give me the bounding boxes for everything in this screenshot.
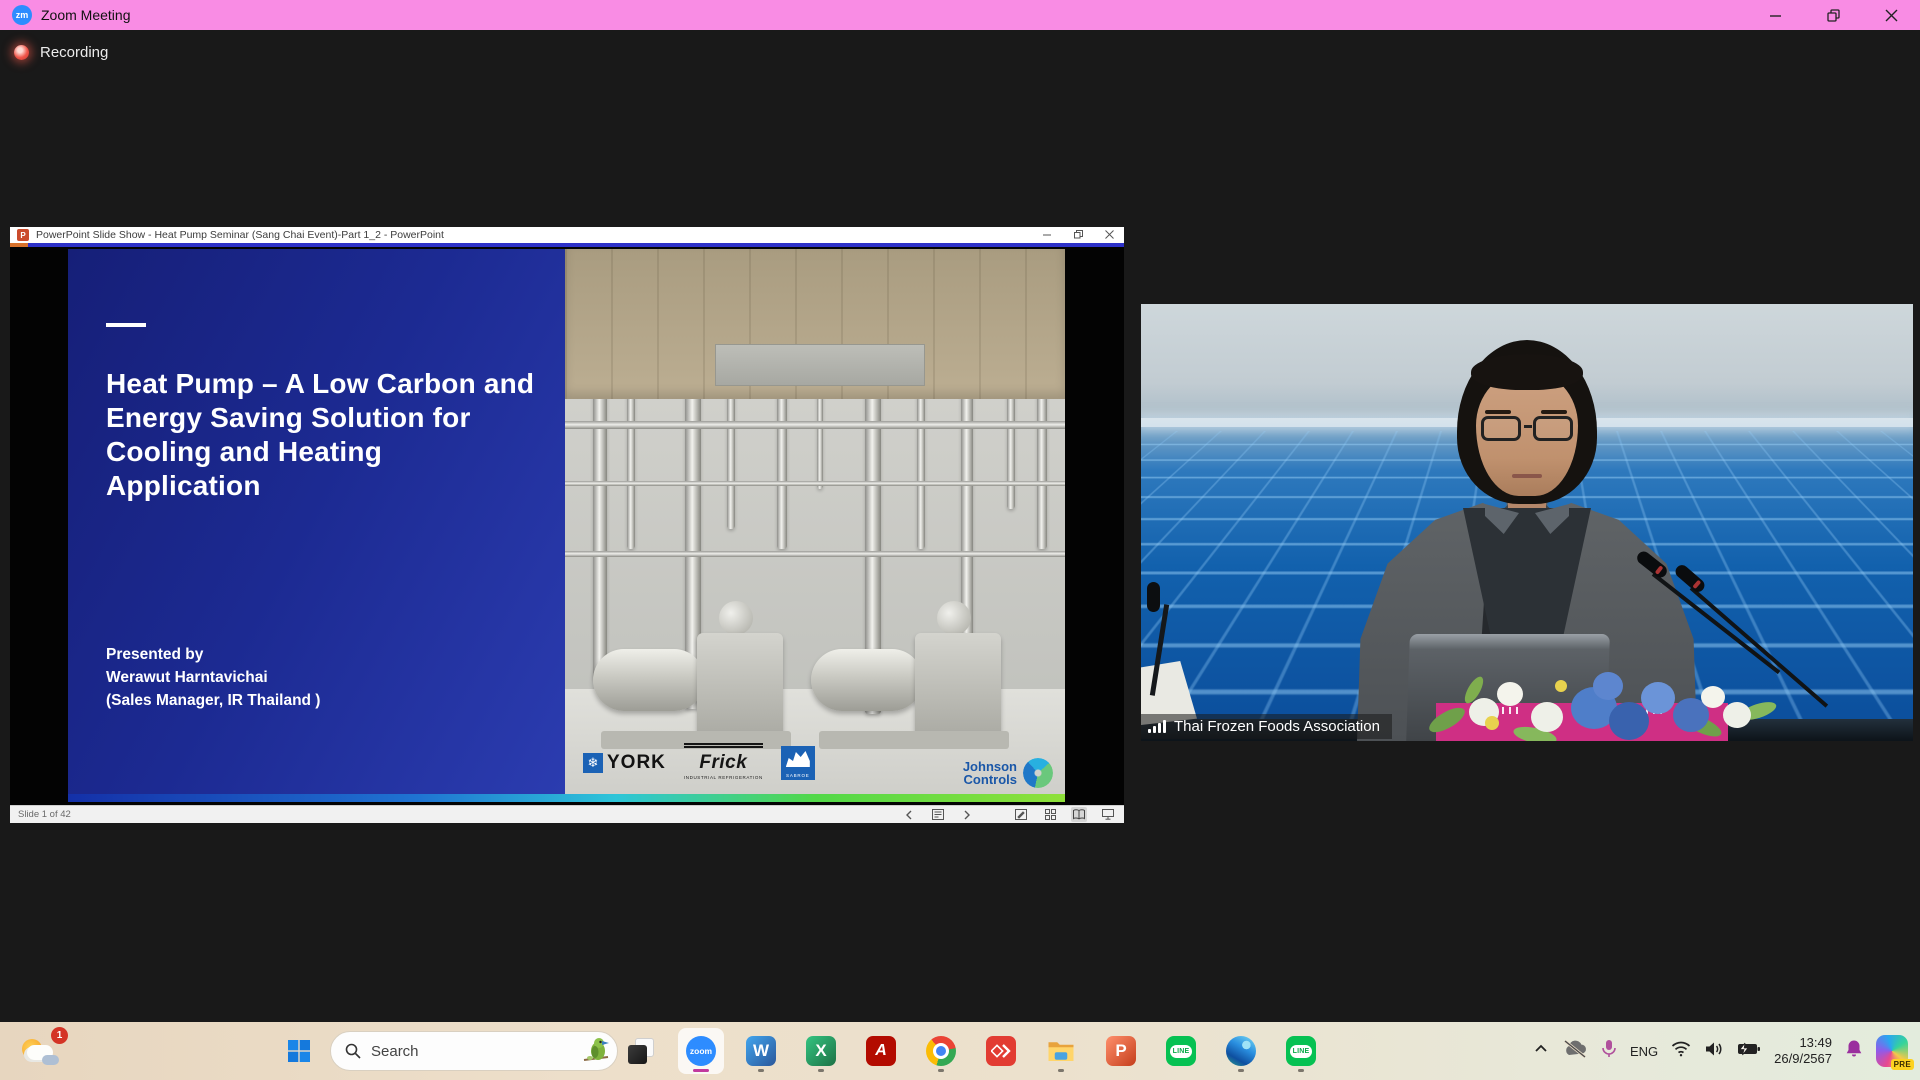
microphone-left-head-icon bbox=[1147, 582, 1160, 612]
taskbar-app-word[interactable]: W bbox=[738, 1028, 784, 1074]
tray-overflow-chevron-icon[interactable] bbox=[1533, 1041, 1549, 1062]
slide: Heat Pump – A Low Carbon and Energy Savi… bbox=[68, 249, 1065, 802]
recording-label: Recording bbox=[40, 44, 108, 61]
tray-time: 13:49 bbox=[1774, 1035, 1832, 1051]
recording-dot-icon bbox=[14, 45, 29, 60]
language-indicator[interactable]: ENG bbox=[1630, 1044, 1658, 1059]
slide-presented-by: Presented by bbox=[106, 643, 320, 666]
taskbar-search-box[interactable] bbox=[330, 1031, 618, 1071]
acrobat-icon: A bbox=[866, 1036, 896, 1066]
onedrive-paused-icon[interactable] bbox=[1562, 1039, 1588, 1064]
windows-logo-icon bbox=[287, 1039, 311, 1063]
word-icon: W bbox=[746, 1036, 776, 1066]
recording-indicator[interactable]: Recording bbox=[14, 44, 108, 61]
notification-count-badge: 1 bbox=[51, 1027, 68, 1044]
next-slide-icon[interactable] bbox=[959, 807, 975, 822]
line-icon: LINE bbox=[1166, 1036, 1196, 1066]
copilot-preview-button[interactable]: PRE bbox=[1876, 1035, 1908, 1067]
powerpoint-window-title: PowerPoint Slide Show - Heat Pump Semina… bbox=[36, 229, 444, 241]
taskbar-app-excel[interactable]: X bbox=[798, 1028, 844, 1074]
tray-date: 26/9/2567 bbox=[1774, 1051, 1832, 1067]
zoom-icon: zoom bbox=[686, 1036, 716, 1066]
clock[interactable]: 13:49 26/9/2567 bbox=[1774, 1035, 1832, 1067]
taskbar-app-line-2[interactable]: LINE bbox=[1278, 1028, 1324, 1074]
york-snowflake-icon: ❄ bbox=[583, 753, 603, 773]
minimize-icon[interactable] bbox=[1746, 0, 1804, 30]
slideshow-menu-icon[interactable] bbox=[930, 807, 946, 822]
powerpoint-icon: P bbox=[1106, 1036, 1136, 1066]
taskbar-app-acrobat[interactable]: A bbox=[858, 1028, 904, 1074]
powerpoint-titlebar: P PowerPoint Slide Show - Heat Pump Semi… bbox=[10, 227, 1124, 243]
line-icon: LINE bbox=[1286, 1036, 1316, 1066]
slide-presenter-name: Werawut Harntavichai bbox=[106, 666, 320, 689]
participant-video-feed[interactable]: Thai Frozen Foods Association bbox=[1141, 304, 1913, 741]
search-daily-bird-image bbox=[582, 1036, 612, 1066]
taskbar-app-edge[interactable] bbox=[1218, 1028, 1264, 1074]
taskbar-app-zoom[interactable]: zoom bbox=[678, 1028, 724, 1074]
slide-counter: Slide 1 of 42 bbox=[18, 809, 71, 820]
slide-presenter-role: (Sales Manager, IR Thailand ) bbox=[106, 689, 320, 712]
slide-blue-panel: Heat Pump – A Low Carbon and Energy Savi… bbox=[68, 249, 565, 794]
battery-charging-icon[interactable] bbox=[1737, 1042, 1761, 1061]
chrome-icon bbox=[926, 1036, 956, 1066]
ppt-statusbar: Slide 1 of 42 bbox=[10, 805, 1124, 823]
previous-slide-icon[interactable] bbox=[901, 807, 917, 822]
red-arrows-app-icon bbox=[986, 1036, 1016, 1066]
task-view-button[interactable] bbox=[618, 1028, 664, 1074]
taskbar-app-file-explorer[interactable] bbox=[1038, 1028, 1084, 1074]
zoom-app-icon: zm bbox=[12, 5, 32, 25]
ppt-close-icon[interactable] bbox=[1105, 226, 1114, 244]
system-tray: ENG 13:49 bbox=[1533, 1022, 1908, 1080]
glasses-left-lens bbox=[1481, 416, 1521, 441]
start-button[interactable] bbox=[276, 1028, 322, 1074]
powerpoint-window: P PowerPoint Slide Show - Heat Pump Semi… bbox=[10, 227, 1124, 823]
sabroe-bear-icon bbox=[786, 750, 810, 770]
taskbar-app-red-share[interactable] bbox=[978, 1028, 1024, 1074]
notification-bell-icon[interactable] bbox=[1845, 1039, 1863, 1064]
volume-icon[interactable] bbox=[1704, 1041, 1724, 1062]
see-all-slides-icon[interactable] bbox=[1042, 807, 1058, 822]
sabroe-logo: SABROE bbox=[781, 746, 815, 780]
slide-title: Heat Pump – A Low Carbon and Energy Savi… bbox=[106, 367, 538, 503]
search-input[interactable] bbox=[371, 1043, 541, 1060]
taskbar-app-powerpoint[interactable]: P bbox=[1098, 1028, 1144, 1074]
zoom-meeting-window: zm Zoom Meeting Recording P PowerPoint S… bbox=[0, 0, 1920, 1080]
ppt-restore-icon[interactable] bbox=[1074, 226, 1083, 244]
wifi-icon[interactable] bbox=[1671, 1041, 1691, 1062]
task-view-icon bbox=[628, 1038, 654, 1064]
slide-accent-dash bbox=[106, 323, 146, 327]
slideshow-area[interactable]: Heat Pump – A Low Carbon and Energy Savi… bbox=[10, 247, 1124, 805]
johnson-controls-swirl-icon bbox=[1023, 758, 1053, 788]
file-explorer-icon bbox=[1046, 1036, 1076, 1066]
reading-view-icon[interactable] bbox=[1071, 807, 1087, 822]
edge-icon bbox=[1226, 1036, 1256, 1066]
ppt-minimize-icon[interactable] bbox=[1043, 226, 1052, 244]
slide-photo-machine-room: ❄ YORK Frick INDUSTRIAL REFRIGERATION SA… bbox=[565, 249, 1065, 794]
excel-icon: X bbox=[806, 1036, 836, 1066]
close-icon[interactable] bbox=[1862, 0, 1920, 30]
slide-bottom-gradient-bar bbox=[68, 794, 1065, 802]
zoom-titlebar: zm Zoom Meeting bbox=[0, 0, 1920, 30]
taskbar-app-chrome[interactable] bbox=[918, 1028, 964, 1074]
frick-logo: Frick INDUSTRIAL REFRIGERATION bbox=[684, 746, 763, 780]
windows-taskbar: 1 bbox=[0, 1022, 1920, 1080]
microphone-in-use-icon[interactable] bbox=[1601, 1039, 1617, 1064]
copilot-pre-badge: PRE bbox=[1891, 1059, 1914, 1070]
taskbar-app-line[interactable]: LINE bbox=[1158, 1028, 1204, 1074]
audio-signal-bars-icon bbox=[1148, 720, 1166, 733]
restore-icon[interactable] bbox=[1804, 0, 1862, 30]
johnson-controls-logo: Johnson Controls bbox=[963, 758, 1053, 788]
participant-name-label: Thai Frozen Foods Association bbox=[1141, 714, 1392, 739]
weather-widget[interactable]: 1 bbox=[20, 1031, 66, 1073]
window-title: Zoom Meeting bbox=[41, 7, 130, 23]
york-logo: ❄ YORK bbox=[583, 752, 666, 774]
powerpoint-app-icon: P bbox=[17, 229, 29, 241]
annotation-pen-icon[interactable] bbox=[1013, 807, 1029, 822]
search-icon bbox=[345, 1043, 361, 1059]
display-settings-icon[interactable] bbox=[1100, 807, 1116, 822]
glasses-right-lens bbox=[1533, 416, 1573, 441]
